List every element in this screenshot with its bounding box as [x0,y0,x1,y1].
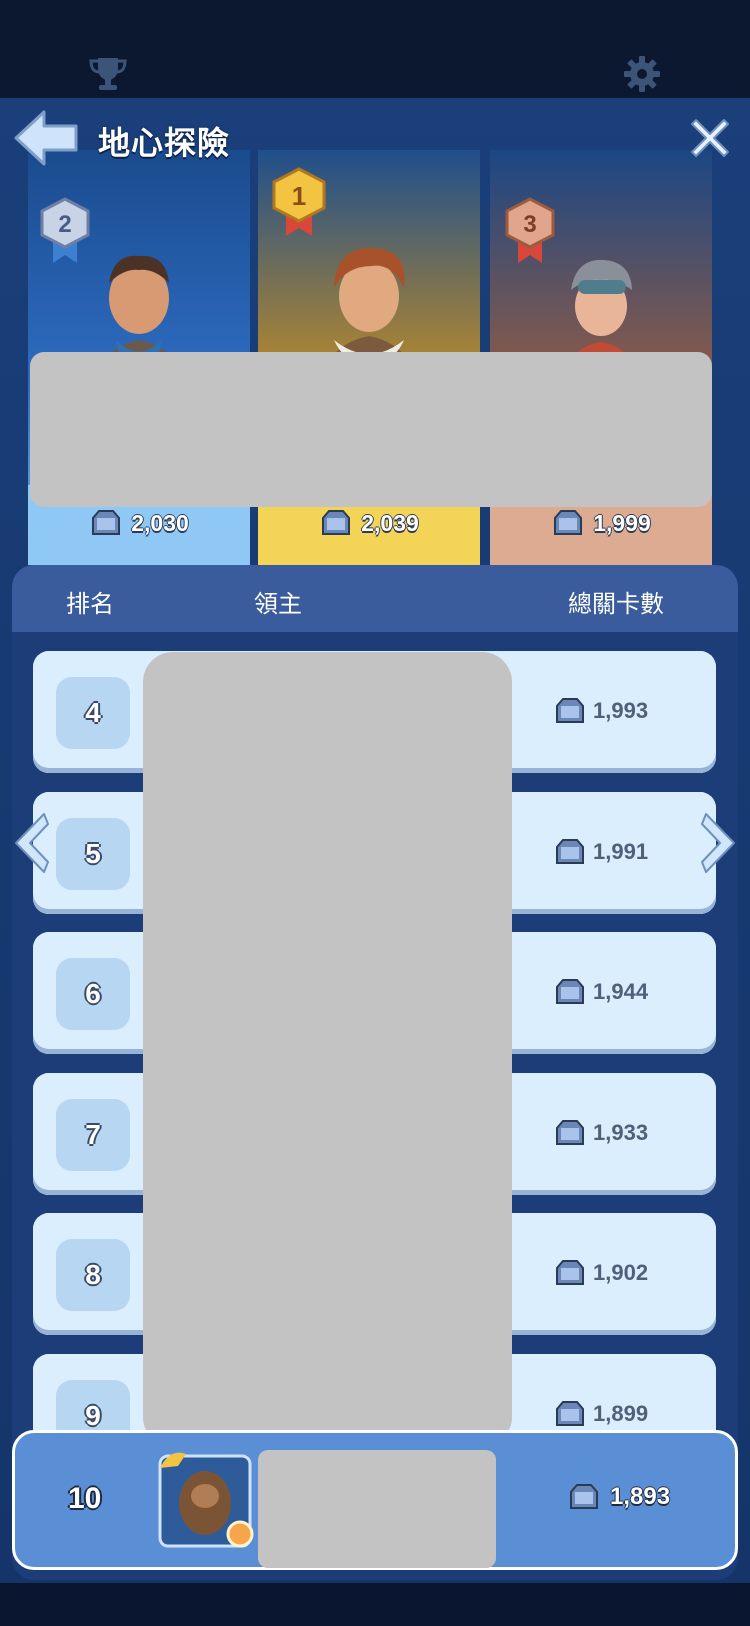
rank-badge: 5 [56,818,130,890]
rank-badge: 6 [56,958,130,1030]
rank-badge: 4 [56,677,130,749]
redacted-podium-names [30,352,712,507]
stage-crystal-icon [556,979,584,1004]
row-score: 1,944 [553,972,648,1012]
next-page-button[interactable] [700,810,740,876]
stage-crystal-icon [556,1260,584,1285]
podium-score-third: 1,999 [490,505,712,541]
medal-second: 2 [38,195,92,267]
podium-score-second: 2,030 [28,505,250,541]
redacted-my-name [258,1450,496,1568]
bottom-bar [0,1583,750,1626]
row-score: 1,902 [553,1253,648,1293]
stage-crystal-icon [556,839,584,864]
row-score: 1,993 [553,691,648,731]
redacted-player-names [143,652,512,1447]
stage-crystal-icon [554,510,583,535]
podium-score-first: 2,039 [258,505,480,541]
rank-badge: 7 [56,1099,130,1171]
avatar[interactable] [156,1448,256,1550]
chevron-right-icon [701,813,735,873]
row-score: 1,991 [553,832,648,872]
back-arrow-icon [14,110,78,166]
svg-text:1: 1 [292,181,306,211]
my-rank: 10 [68,1482,102,1515]
back-button[interactable] [12,108,80,168]
header-lord: 領主 [254,591,302,618]
trophy-icon[interactable] [86,52,130,96]
header-total-stages: 總關卡數 [568,591,664,618]
close-icon [691,119,729,157]
chevron-left-icon [15,813,49,873]
medal-third: 3 [503,195,557,267]
previous-page-button[interactable] [10,810,50,876]
medal-first: 1 [270,166,326,238]
rank-badge: 8 [56,1239,130,1311]
svg-text:2: 2 [58,211,71,238]
stage-crystal-icon [556,1401,584,1426]
stage-crystal-icon [556,698,584,723]
row-score: 1,933 [553,1113,648,1153]
stage-crystal-icon [92,510,121,535]
page-title: 地心探險 [98,125,231,161]
stage-crystal-icon [570,1484,598,1509]
header-rank: 排名 [66,591,114,618]
stage-crystal-icon [322,510,351,535]
stage-crystal-icon [556,1120,584,1145]
svg-text:3: 3 [523,211,536,238]
row-score: 1,899 [553,1394,648,1434]
my-score: 1,893 [566,1482,670,1512]
close-button[interactable] [688,116,732,160]
gear-icon[interactable] [620,52,664,96]
